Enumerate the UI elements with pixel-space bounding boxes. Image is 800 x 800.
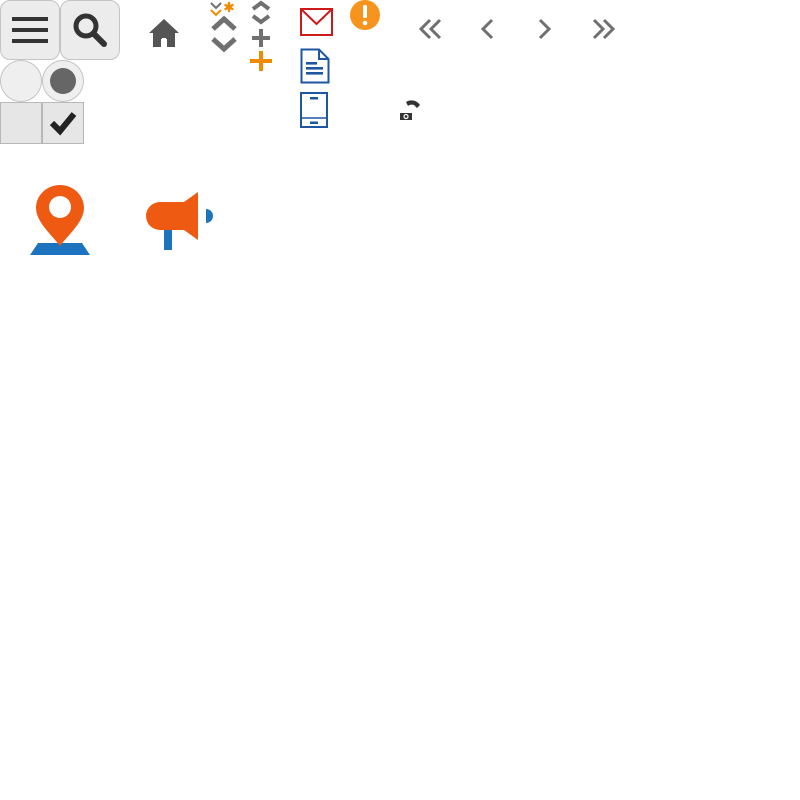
icon-sprite-sheet bbox=[0, 0, 800, 800]
checkbox-checked-icon bbox=[49, 112, 77, 136]
document-icon[interactable] bbox=[300, 48, 330, 84]
sort-add-icon[interactable] bbox=[249, 0, 273, 50]
search-icon bbox=[73, 13, 107, 47]
menu-icon bbox=[12, 17, 48, 43]
radio-selected[interactable] bbox=[42, 60, 84, 102]
menu-button[interactable] bbox=[0, 0, 60, 60]
alert-icon[interactable] bbox=[349, 0, 381, 31]
last-page-icon[interactable] bbox=[591, 18, 616, 40]
checkbox-checked[interactable] bbox=[42, 102, 84, 144]
megaphone-icon[interactable] bbox=[146, 192, 213, 250]
radio-unselected[interactable] bbox=[0, 60, 42, 102]
previous-page-icon[interactable] bbox=[480, 18, 495, 40]
first-page-icon[interactable] bbox=[418, 18, 443, 40]
next-page-icon[interactable] bbox=[537, 18, 552, 40]
radio-selected-icon bbox=[50, 68, 76, 94]
map-pin-icon[interactable] bbox=[30, 185, 90, 255]
sort-icon[interactable] bbox=[210, 15, 238, 53]
mail-icon[interactable] bbox=[300, 8, 333, 36]
plus-icon[interactable] bbox=[250, 51, 272, 71]
checkbox-unchecked[interactable] bbox=[0, 102, 42, 144]
mobile-icon[interactable] bbox=[300, 92, 328, 128]
phone-camera-icon[interactable] bbox=[398, 100, 422, 122]
home-icon[interactable] bbox=[148, 18, 180, 48]
search-button[interactable] bbox=[60, 0, 120, 60]
